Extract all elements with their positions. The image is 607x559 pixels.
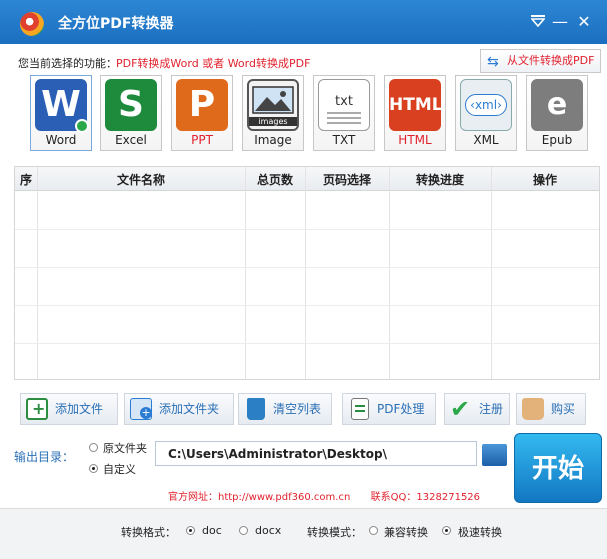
format-epub-button[interactable]: e Epub <box>526 75 588 151</box>
format-ppt-label: PPT <box>191 133 213 147</box>
website-link[interactable]: 官方网址：http://www.pdf360.com.cn <box>168 492 350 503</box>
radio-original-folder-label: 原文件夹 <box>103 442 147 455</box>
minimize-button[interactable]: — <box>550 12 570 32</box>
radio-custom-folder[interactable] <box>89 464 98 473</box>
divider <box>305 167 306 379</box>
add-folder-button[interactable]: + 添加文件夹 <box>124 393 234 425</box>
radio-docx-label: docx <box>255 524 282 537</box>
register-button[interactable]: ✔ 注册 <box>444 393 510 425</box>
format-html-label: HTML <box>398 133 432 147</box>
radio-custom-folder-label: 自定义 <box>103 463 136 476</box>
file-list-table[interactable]: 序 文件名称 总页数 页码选择 转换进度 操作 <box>14 166 600 380</box>
col-actions: 操作 <box>532 173 557 187</box>
document-icon <box>351 398 369 420</box>
current-function-value: PDF转换成Word 或者 Word转换成PDF <box>116 57 311 70</box>
swap-arrows-icon: ⇆ <box>487 54 499 70</box>
divider <box>15 305 599 306</box>
ppt-icon: P <box>176 79 228 131</box>
format-xml-button[interactable]: ‹xml› XML <box>455 75 517 151</box>
radio-doc[interactable] <box>186 526 195 535</box>
app-title: 全方位PDF转换器 <box>58 16 174 32</box>
format-selector: W Word S Excel P PPT images Image txt TX… <box>14 75 594 153</box>
checkmark-icon: ✔ <box>450 395 471 423</box>
radio-docx[interactable] <box>239 526 248 535</box>
skin-menu-icon[interactable] <box>528 12 548 32</box>
radio-compat-mode-label: 兼容转换 <box>384 526 428 539</box>
col-index: 序 <box>19 173 32 187</box>
format-word-label: Word <box>45 133 77 147</box>
divider <box>37 167 38 379</box>
qq-contact: 联系QQ：1328271526 <box>370 492 481 503</box>
divider <box>15 229 599 230</box>
add-folder-label: 添加文件夹 <box>159 402 220 416</box>
format-ppt-button[interactable]: P PPT <box>171 75 233 151</box>
current-function-label: 您当前选择的功能： <box>18 57 117 70</box>
html-icon: HTML <box>389 79 443 131</box>
txt-icon: txt <box>318 79 370 131</box>
shopping-bag-icon <box>522 398 544 420</box>
action-toolbar: + 添加文件 + 添加文件夹 清空列表 PDF处理 ✔ 注册 购买 <box>18 393 590 427</box>
divider <box>15 267 599 268</box>
format-excel-button[interactable]: S Excel <box>100 75 162 151</box>
col-page-count: 总页数 <box>256 173 293 187</box>
xml-icon: ‹xml› <box>460 79 512 131</box>
divider <box>245 167 246 379</box>
buy-button[interactable]: 购买 <box>516 393 586 425</box>
format-txt-button[interactable]: txt TXT <box>313 75 375 151</box>
selected-check-icon <box>75 119 89 133</box>
format-html-button[interactable]: HTML HTML <box>384 75 446 151</box>
add-file-label: 添加文件 <box>55 402 104 416</box>
register-label: 注册 <box>479 402 504 416</box>
convert-from-file-label: 从文件转换成PDF <box>507 54 595 67</box>
epub-icon: e <box>531 79 583 131</box>
close-button[interactable]: ✕ <box>574 12 594 32</box>
convert-from-file-button[interactable]: ⇆ 从文件转换成PDF <box>480 49 601 73</box>
radio-original-folder[interactable] <box>89 443 98 452</box>
add-folder-icon: + <box>130 398 152 420</box>
radio-compat-mode[interactable] <box>369 526 378 535</box>
format-word-button[interactable]: W Word <box>30 75 92 151</box>
output-path-input[interactable]: C:\Users\Administrator\Desktop\ <box>155 441 477 466</box>
format-image-label: Image <box>254 133 292 147</box>
format-excel-label: Excel <box>115 133 147 147</box>
col-filename: 文件名称 <box>116 173 165 187</box>
app-logo-icon <box>20 12 44 36</box>
trash-icon <box>247 398 265 420</box>
radio-doc-label: doc <box>202 524 222 537</box>
output-dir-label: 输出目录： <box>14 450 75 464</box>
pdf-process-label: PDF处理 <box>377 402 425 416</box>
format-txt-label: TXT <box>332 133 356 147</box>
col-progress: 转换进度 <box>415 173 464 187</box>
format-image-button[interactable]: images Image <box>242 75 304 151</box>
convert-mode-label: 转换模式： <box>307 526 362 539</box>
format-xml-label: XML <box>473 133 499 147</box>
col-page-select: 页码选择 <box>322 173 371 187</box>
title-bar: 全方位PDF转换器 — ✕ <box>0 0 607 44</box>
excel-icon: S <box>105 79 157 131</box>
browse-folder-icon[interactable] <box>482 444 507 466</box>
start-button[interactable]: 开始 <box>514 433 602 503</box>
contact-info: 官方网址：http://www.pdf360.com.cn 联系QQ：13282… <box>168 488 480 503</box>
footer-options: 转换格式： doc docx 转换模式： 兼容转换 极速转换 <box>0 508 607 559</box>
radio-fast-mode-label: 极速转换 <box>458 526 502 539</box>
word-icon: W <box>35 79 89 133</box>
radio-fast-mode[interactable] <box>442 526 451 535</box>
convert-format-label: 转换格式： <box>121 526 176 539</box>
pdf-process-button[interactable]: PDF处理 <box>342 393 436 425</box>
buy-label: 购买 <box>551 402 576 416</box>
format-epub-label: Epub <box>541 133 573 147</box>
image-icon: images <box>247 79 299 131</box>
add-file-icon: + <box>26 398 48 420</box>
add-file-button[interactable]: + 添加文件 <box>20 393 118 425</box>
divider <box>15 343 599 344</box>
clear-list-label: 清空列表 <box>273 402 322 416</box>
clear-list-button[interactable]: 清空列表 <box>238 393 332 425</box>
divider <box>491 167 492 379</box>
divider <box>389 167 390 379</box>
table-header: 序 文件名称 总页数 页码选择 转换进度 操作 <box>15 167 599 191</box>
